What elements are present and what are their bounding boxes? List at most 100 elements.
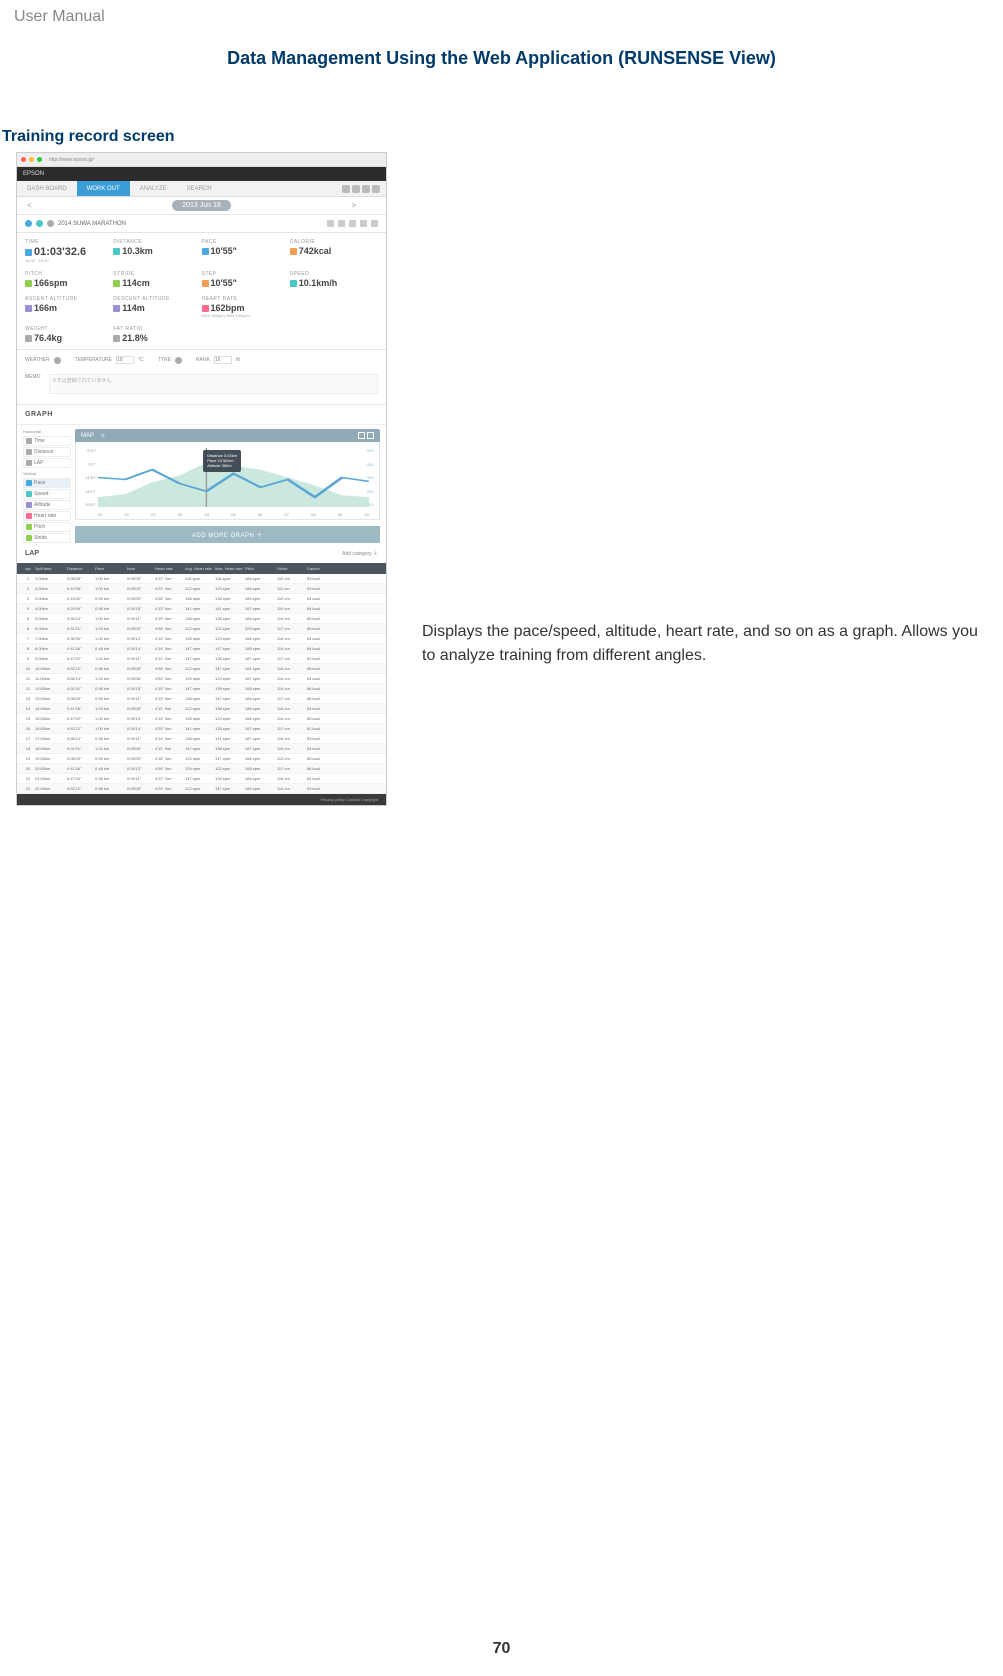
memo-label: MEMO (25, 374, 41, 380)
lap-cell: 0:05'09" (127, 626, 155, 631)
lap-cell: 0:58'14" (67, 676, 95, 681)
lap-cell: 1:00km (35, 576, 67, 581)
lap-cell: 65 kcal (307, 756, 335, 761)
weather-value-icon[interactable] (54, 357, 61, 364)
lap-cell: 0:05'11" (127, 616, 155, 621)
lap-row: 1717:00km0:58'14"0.98 km0:05'11"4'14" /k… (17, 734, 386, 744)
side-item-distance[interactable]: Distance (23, 447, 71, 457)
lap-cell: 122 spm (185, 786, 215, 791)
lap-cell: 0:05'08" (127, 706, 155, 711)
download-icon[interactable] (338, 220, 345, 227)
xtick: 04 (205, 512, 209, 517)
rank-input[interactable]: 16 (214, 356, 232, 364)
expand-icon[interactable] (358, 432, 365, 439)
duplicate-icon[interactable] (349, 220, 356, 227)
add-more-graph-button[interactable]: ADD MORE GRAPH ＋ (75, 526, 380, 543)
side-item-pace[interactable]: Pace (23, 478, 71, 488)
tabs-bar: DASH BOARD WORK OUT ANALYZE SEARCH (17, 181, 386, 197)
lap-cell: 4'18" /km (155, 756, 185, 761)
lap-cell: 1.00 km (95, 576, 127, 581)
temperature-unit: °C (138, 357, 144, 363)
lap-title: LAP (25, 550, 39, 557)
tyre-value-icon[interactable] (175, 357, 182, 364)
lap-cell: 0:05'05" (127, 576, 155, 581)
app-header: EPSON (17, 167, 386, 181)
page-number: 70 (0, 1640, 1003, 1658)
tab-search[interactable]: SEARCH (177, 181, 222, 196)
pace-label: PACE (202, 239, 290, 245)
pitch-chip-icon (26, 524, 32, 530)
share-icon[interactable] (342, 185, 350, 193)
xtick: 10 (364, 512, 368, 517)
address-bar[interactable]: http://www.epson.jp/ (49, 157, 94, 163)
tab-dashboard[interactable]: DASH BOARD (17, 181, 77, 196)
side-item-speed[interactable]: Speed (23, 489, 71, 499)
ytick: 7'37" (78, 462, 96, 467)
date-prev-button[interactable]: < (27, 201, 32, 210)
rank-unit: th (236, 357, 240, 363)
lap-cell: 4'22" /km (155, 576, 185, 581)
asc-label: ASCENT ALTITUDE (25, 296, 113, 302)
lap-col-header: Avg. Heart rate (185, 566, 215, 571)
date-next-button[interactable]: > (351, 201, 356, 210)
fb-icon[interactable] (362, 185, 370, 193)
tab-analyze[interactable]: ANALYZE (130, 181, 177, 196)
lap-cell: 0:05'15" (127, 686, 155, 691)
lap-cell: 167 spm (245, 746, 277, 751)
stride-chip-icon (26, 535, 32, 541)
lap-cell: 138 spm (185, 696, 215, 701)
asc-value: 166m (34, 303, 57, 313)
plus-icon: ＋ (100, 431, 106, 440)
side-item-altitude[interactable]: Altitude (23, 500, 71, 510)
lap-cell: 66 kcal (307, 696, 335, 701)
side-item-heartrate[interactable]: Heart rate (23, 511, 71, 521)
lap-cell: 3:00km (35, 596, 67, 601)
date-pill[interactable]: 2013 Jun 18 (172, 200, 231, 211)
distance-chip-icon (26, 449, 32, 455)
add-category-button[interactable]: Add category ＋ (342, 550, 378, 557)
lap-col-header: Heart rate (155, 566, 185, 571)
xtick: 09 (338, 512, 342, 517)
lap-cell: 6 (21, 626, 35, 631)
lap-cell: 1.00 km (95, 586, 127, 591)
lap-cell: 0:41'46" (67, 766, 95, 771)
hr-sub: MAX 180bpm MIN 130bpm (202, 313, 290, 318)
tab-workout[interactable]: WORK OUT (77, 181, 130, 196)
lap-cell: 141 spm (215, 736, 245, 741)
side-item-time[interactable]: Time (23, 436, 71, 446)
side-item-pitch[interactable]: Pitch (23, 522, 71, 532)
lap-cell: 66 kcal (307, 686, 335, 691)
collapse-icon[interactable] (367, 432, 374, 439)
lap-cell: 4'22" /km (155, 776, 185, 781)
fat-value: 21.8% (122, 333, 148, 343)
side-item-pitch-label: Pitch (34, 524, 45, 530)
lap-cell: 147 spm (215, 646, 245, 651)
lap-chip-icon (26, 460, 32, 466)
delete-icon[interactable] (371, 220, 378, 227)
lap-cell: 2:00km (35, 586, 67, 591)
lap-cell: 147 spm (185, 646, 215, 651)
side-item-stride[interactable]: Stride (23, 533, 71, 543)
info-icon[interactable] (372, 185, 380, 193)
fat-icon (113, 335, 120, 342)
lap-cell: 122 spm (215, 626, 245, 631)
ytick: 11'30" (78, 475, 96, 480)
lap-cell: 169 spm (245, 596, 277, 601)
memo-textarea[interactable]: メモは登録されていません (49, 374, 378, 394)
edit-icon[interactable] (360, 220, 367, 227)
lap-cell: 139 spm (215, 686, 245, 691)
map-toggle-bar[interactable]: MAP ＋ (75, 429, 380, 442)
lap-cell: 147 spm (215, 666, 245, 671)
lap-row: 11:00km0:05'05"1.00 km0:05'05"4'22" /km1… (17, 574, 386, 584)
fat-label: FAT RATIO (113, 326, 201, 332)
print-icon[interactable] (327, 220, 334, 227)
lap-row: 22:00km0:10'08"1.00 km0:05'03"4'23" /km1… (17, 584, 386, 594)
side-item-lap[interactable]: LAP (23, 458, 71, 468)
brand-label: EPSON (23, 171, 44, 177)
lap-cell: 117 cm (277, 656, 307, 661)
chart-box[interactable]: 5'10" 7'37" 11'30" 13'47" 19'00" 500 400… (75, 442, 380, 520)
temperature-input[interactable]: 18 (116, 356, 134, 364)
lap-row: 1919:00km0:06'20"0.99 km0:05'09"4'18" /k… (17, 754, 386, 764)
settings-icon[interactable] (352, 185, 360, 193)
desc-label: DESCENT ALTITUDE (113, 296, 201, 302)
